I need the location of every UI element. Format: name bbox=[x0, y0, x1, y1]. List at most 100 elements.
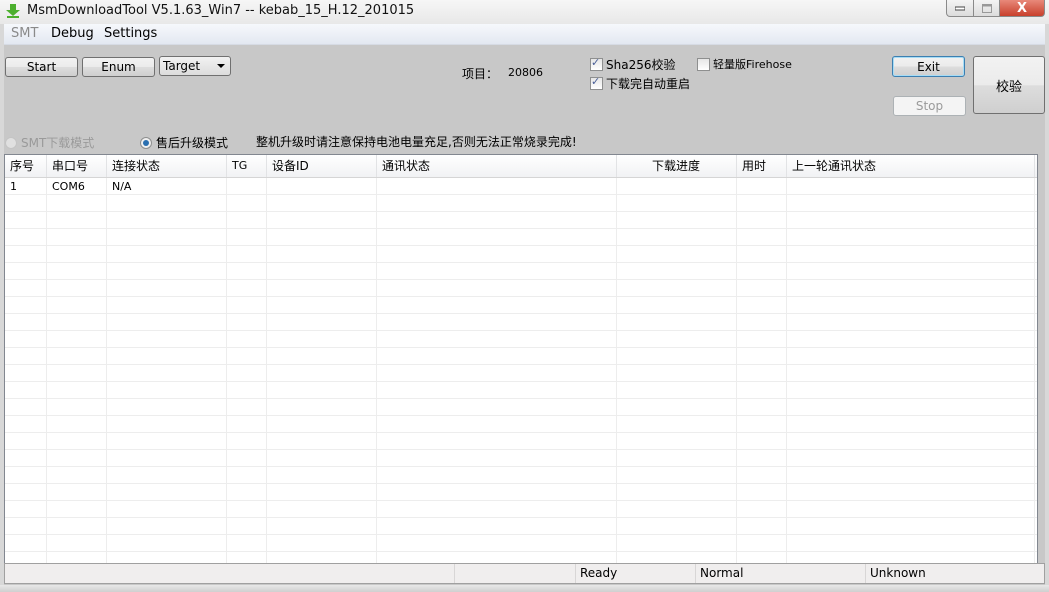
verify-button[interactable]: 校验 bbox=[973, 56, 1045, 114]
table-cell bbox=[227, 365, 267, 382]
table-cell bbox=[227, 229, 267, 246]
table-cell bbox=[267, 195, 377, 212]
table-row[interactable]: 1 COM6 N/A bbox=[5, 178, 1037, 195]
table-row-empty[interactable] bbox=[5, 501, 1037, 518]
table-row-empty[interactable] bbox=[5, 467, 1037, 484]
table-row-empty[interactable] bbox=[5, 263, 1037, 280]
table-cell bbox=[5, 263, 47, 280]
table-row-empty[interactable] bbox=[5, 195, 1037, 212]
table-row-empty[interactable] bbox=[5, 229, 1037, 246]
table-row-empty[interactable] bbox=[5, 484, 1037, 501]
aftersales-mode-label: 售后升级模式 bbox=[156, 136, 229, 150]
table-row-empty[interactable] bbox=[5, 280, 1037, 297]
table-row-empty[interactable] bbox=[5, 416, 1037, 433]
table-cell bbox=[47, 314, 107, 331]
col-device-id[interactable]: 设备ID bbox=[267, 155, 377, 177]
table-cell bbox=[107, 263, 227, 280]
sha256-checkbox[interactable]: Sha256校验 bbox=[590, 56, 675, 73]
menu-settings[interactable]: Settings bbox=[104, 26, 157, 41]
close-button[interactable]: X bbox=[1000, 0, 1045, 17]
table-cell bbox=[47, 297, 107, 314]
table-row-empty[interactable] bbox=[5, 518, 1037, 535]
table-row-empty[interactable] bbox=[5, 382, 1037, 399]
table-cell bbox=[787, 382, 1035, 399]
table-cell: 1 bbox=[5, 178, 47, 195]
col-port[interactable]: 串口号 bbox=[47, 155, 107, 177]
table-row-empty[interactable] bbox=[5, 365, 1037, 382]
col-index[interactable]: 序号 bbox=[5, 155, 47, 177]
table-cell bbox=[787, 212, 1035, 229]
lite-firehose-checkbox[interactable]: 轻量版Firehose bbox=[697, 56, 792, 72]
table-cell bbox=[377, 178, 617, 195]
table-cell bbox=[787, 297, 1035, 314]
exit-button[interactable]: Exit bbox=[892, 56, 965, 77]
table-cell bbox=[617, 297, 737, 314]
col-comm-status[interactable]: 通讯状态 bbox=[377, 155, 617, 177]
minimize-button[interactable] bbox=[946, 0, 974, 17]
maximize-button[interactable] bbox=[974, 0, 1000, 17]
smt-mode-label: SMT下载模式 bbox=[21, 136, 95, 150]
checkbox-checked-icon bbox=[590, 56, 603, 71]
table-cell bbox=[617, 229, 737, 246]
col-tg[interactable]: TG bbox=[227, 155, 267, 177]
table-cell bbox=[267, 416, 377, 433]
table-row-empty[interactable] bbox=[5, 348, 1037, 365]
table-cell bbox=[5, 331, 47, 348]
table-cell bbox=[227, 178, 267, 195]
table-row-empty[interactable] bbox=[5, 246, 1037, 263]
table-cell bbox=[47, 501, 107, 518]
table-row-empty[interactable] bbox=[5, 433, 1037, 450]
table-cell bbox=[737, 280, 787, 297]
table-cell bbox=[5, 314, 47, 331]
aftersales-mode-radio[interactable]: 售后升级模式 bbox=[140, 134, 228, 151]
col-download-progress[interactable]: 下载进度 bbox=[617, 155, 737, 177]
table-cell bbox=[377, 484, 617, 501]
table-row-empty[interactable] bbox=[5, 535, 1037, 552]
window-frame-bottom bbox=[0, 585, 1049, 592]
table-cell bbox=[5, 246, 47, 263]
table-cell bbox=[47, 246, 107, 263]
table-cell bbox=[787, 195, 1035, 212]
col-elapsed[interactable]: 用时 bbox=[737, 155, 787, 177]
table-cell: N/A bbox=[107, 178, 227, 195]
table-cell bbox=[787, 399, 1035, 416]
table-cell bbox=[5, 280, 47, 297]
menu-smt[interactable]: SMT bbox=[11, 26, 38, 41]
smt-mode-radio[interactable]: SMT下载模式 bbox=[5, 134, 94, 151]
table-row-empty[interactable] bbox=[5, 399, 1037, 416]
table-cell bbox=[617, 178, 737, 195]
table-cell bbox=[227, 314, 267, 331]
device-grid: 序号 串口号 连接状态 TG 设备ID 通讯状态 下载进度 用时 上一轮通讯状态… bbox=[4, 154, 1038, 564]
target-select[interactable]: Target bbox=[159, 56, 231, 76]
table-cell bbox=[377, 416, 617, 433]
table-cell bbox=[227, 246, 267, 263]
battery-warning: 整机升级时请注意保持电池电量充足,否则无法正常烧录完成! bbox=[256, 135, 577, 149]
table-cell bbox=[787, 178, 1035, 195]
table-row-empty[interactable] bbox=[5, 212, 1037, 229]
menu-debug[interactable]: Debug bbox=[51, 26, 94, 41]
table-row-empty[interactable] bbox=[5, 297, 1037, 314]
table-cell bbox=[267, 348, 377, 365]
enum-button[interactable]: Enum bbox=[82, 57, 155, 77]
auto-reboot-checkbox[interactable]: 下载完自动重启 bbox=[590, 75, 690, 92]
table-cell bbox=[787, 450, 1035, 467]
stop-button[interactable]: Stop bbox=[893, 96, 966, 116]
table-cell bbox=[617, 382, 737, 399]
table-cell bbox=[5, 518, 47, 535]
table-row-empty[interactable] bbox=[5, 450, 1037, 467]
table-row-empty[interactable] bbox=[5, 331, 1037, 348]
table-row-empty[interactable] bbox=[5, 314, 1037, 331]
table-cell bbox=[377, 501, 617, 518]
table-cell bbox=[787, 348, 1035, 365]
table-cell bbox=[47, 467, 107, 484]
col-connection-status[interactable]: 连接状态 bbox=[107, 155, 227, 177]
table-cell: COM6 bbox=[47, 178, 107, 195]
start-button[interactable]: Start bbox=[5, 57, 78, 77]
table-cell bbox=[617, 365, 737, 382]
table-cell bbox=[267, 501, 377, 518]
col-last-comm-status[interactable]: 上一轮通讯状态 bbox=[787, 155, 1035, 177]
checkbox-checked-icon bbox=[590, 75, 603, 90]
table-cell bbox=[377, 331, 617, 348]
table-cell bbox=[617, 263, 737, 280]
table-cell bbox=[5, 433, 47, 450]
